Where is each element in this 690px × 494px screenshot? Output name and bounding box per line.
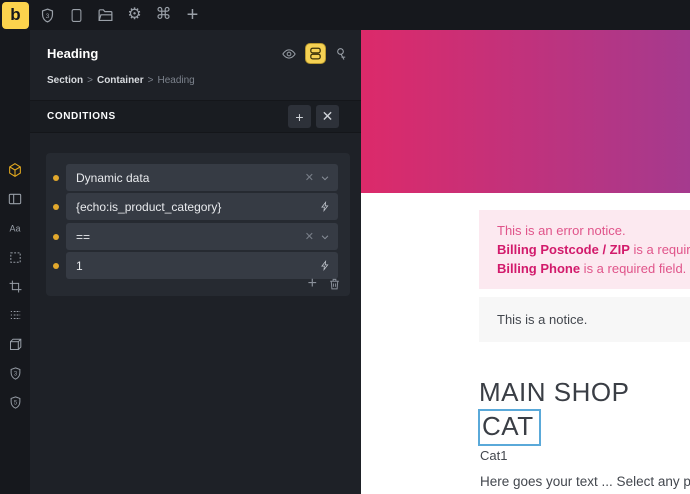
breadcrumb-container[interactable]: Container bbox=[97, 75, 144, 86]
shield-3-icon[interactable]: 3 bbox=[33, 0, 62, 30]
breadcrumb-separator: > bbox=[87, 75, 93, 86]
delete-condition-icon[interactable] bbox=[328, 277, 341, 291]
add-row-icon[interactable]: + bbox=[308, 275, 317, 293]
error-notice: This is an error notice. Billing Postcod… bbox=[479, 210, 690, 289]
panel-title: Heading bbox=[47, 46, 98, 61]
command-shortcuts-icon[interactable]: ⌘ bbox=[149, 0, 178, 30]
shield-number: 5 bbox=[13, 400, 17, 406]
error-line: Billing Phone is a required field. bbox=[497, 259, 690, 278]
hero-banner bbox=[361, 30, 690, 193]
info-notice: This is a notice. bbox=[479, 297, 690, 342]
condition-type-select[interactable]: Dynamic data ✕ bbox=[66, 164, 338, 191]
bullet-dot-icon bbox=[53, 263, 59, 269]
bullet-dot-icon bbox=[53, 175, 59, 181]
error-field-name: Billing Postcode / ZIP bbox=[497, 242, 630, 257]
bullet-dot-icon bbox=[53, 234, 59, 240]
selected-heading-text: CAT bbox=[478, 409, 541, 446]
input-value: {echo:is_product_category} bbox=[76, 200, 320, 214]
main-shop-heading[interactable]: MAIN SHOP bbox=[479, 377, 629, 408]
breadcrumb-separator: > bbox=[148, 75, 154, 86]
structure-frame-icon[interactable] bbox=[7, 278, 23, 294]
settings-panel: Heading Section>Container>Heading bbox=[30, 30, 361, 494]
folder-icon[interactable] bbox=[91, 0, 120, 30]
clear-icon[interactable]: ✕ bbox=[305, 230, 314, 243]
category-label: Cat1 bbox=[480, 448, 507, 463]
condition-operator-select[interactable]: == ✕ bbox=[66, 223, 338, 250]
add-icon[interactable]: + bbox=[178, 0, 207, 30]
breadcrumb: Section>Container>Heading bbox=[47, 75, 195, 86]
layout-columns-icon[interactable] bbox=[7, 191, 23, 207]
bricks-logo[interactable]: b bbox=[2, 2, 29, 29]
shield-number: 3 bbox=[13, 371, 17, 377]
panel-header-actions bbox=[280, 43, 348, 64]
condition-row: {echo:is_product_category} bbox=[46, 193, 350, 220]
breadcrumb-section[interactable]: Section bbox=[47, 75, 83, 86]
clear-icon[interactable]: ✕ bbox=[305, 171, 314, 184]
error-field-name: Billing Phone bbox=[497, 261, 580, 276]
add-condition-button[interactable]: + bbox=[288, 105, 311, 128]
selected-heading-element[interactable]: CAT bbox=[478, 409, 541, 446]
left-sidebar: Aa 3 bbox=[0, 30, 30, 494]
condition-row: 1 bbox=[46, 252, 350, 279]
conditions-toggle-icon[interactable] bbox=[305, 43, 326, 64]
body-text: Here goes your text ... Select any part … bbox=[480, 474, 690, 489]
error-line: Billing Postcode / ZIP is a required fie bbox=[497, 240, 690, 259]
condition-value-input[interactable]: 1 bbox=[66, 252, 338, 279]
select-value: == bbox=[76, 230, 305, 244]
conditions-header: CONDITIONS + ✕ bbox=[30, 100, 361, 133]
interactions-user-icon[interactable] bbox=[333, 46, 348, 62]
page-preview: This is an error notice. Billing Postcod… bbox=[361, 30, 690, 494]
bricks-builder-app: b 3 ⚙ ⌘ + bbox=[0, 0, 690, 494]
condition-key-input[interactable]: {echo:is_product_category} bbox=[66, 193, 338, 220]
dynamic-data-bolt-icon[interactable] bbox=[320, 200, 330, 213]
error-line-rest: is a required fie bbox=[630, 242, 690, 257]
document-icon[interactable] bbox=[62, 0, 91, 30]
condition-row: Dynamic data ✕ bbox=[46, 164, 350, 191]
condition-group: Dynamic data ✕ {echo:is_product_category… bbox=[46, 153, 350, 296]
cube-icon[interactable] bbox=[7, 336, 23, 352]
settings-list-icon[interactable] bbox=[7, 307, 23, 323]
error-line: This is an error notice. bbox=[497, 221, 690, 240]
condition-group-actions: + bbox=[308, 275, 341, 293]
bullet-dot-icon bbox=[53, 204, 59, 210]
input-value: 1 bbox=[76, 259, 320, 273]
top-toolbar: b 3 ⚙ ⌘ + bbox=[0, 0, 690, 30]
breadcrumb-heading[interactable]: Heading bbox=[157, 75, 194, 86]
typography-glyph: Aa bbox=[9, 223, 20, 233]
shield-5-sidebar-icon[interactable]: 5 bbox=[7, 394, 23, 410]
typography-icon[interactable]: Aa bbox=[7, 220, 23, 236]
shield-3-sidebar-icon[interactable]: 3 bbox=[7, 365, 23, 381]
chevron-down-icon[interactable] bbox=[320, 232, 330, 242]
element-cube-icon[interactable] bbox=[7, 162, 23, 178]
shield-number: 3 bbox=[46, 12, 50, 19]
conditions-title: CONDITIONS bbox=[47, 111, 116, 122]
select-value: Dynamic data bbox=[76, 171, 305, 185]
chevron-down-icon[interactable] bbox=[320, 173, 330, 183]
condition-row: == ✕ bbox=[46, 223, 350, 250]
close-conditions-button[interactable]: ✕ bbox=[316, 105, 339, 128]
style-square-icon[interactable] bbox=[7, 249, 23, 265]
dynamic-data-bolt-icon[interactable] bbox=[320, 259, 330, 272]
eye-icon[interactable] bbox=[280, 47, 298, 61]
settings-gear-icon[interactable]: ⚙ bbox=[120, 0, 149, 30]
error-line-rest: is a required field. bbox=[580, 261, 686, 276]
